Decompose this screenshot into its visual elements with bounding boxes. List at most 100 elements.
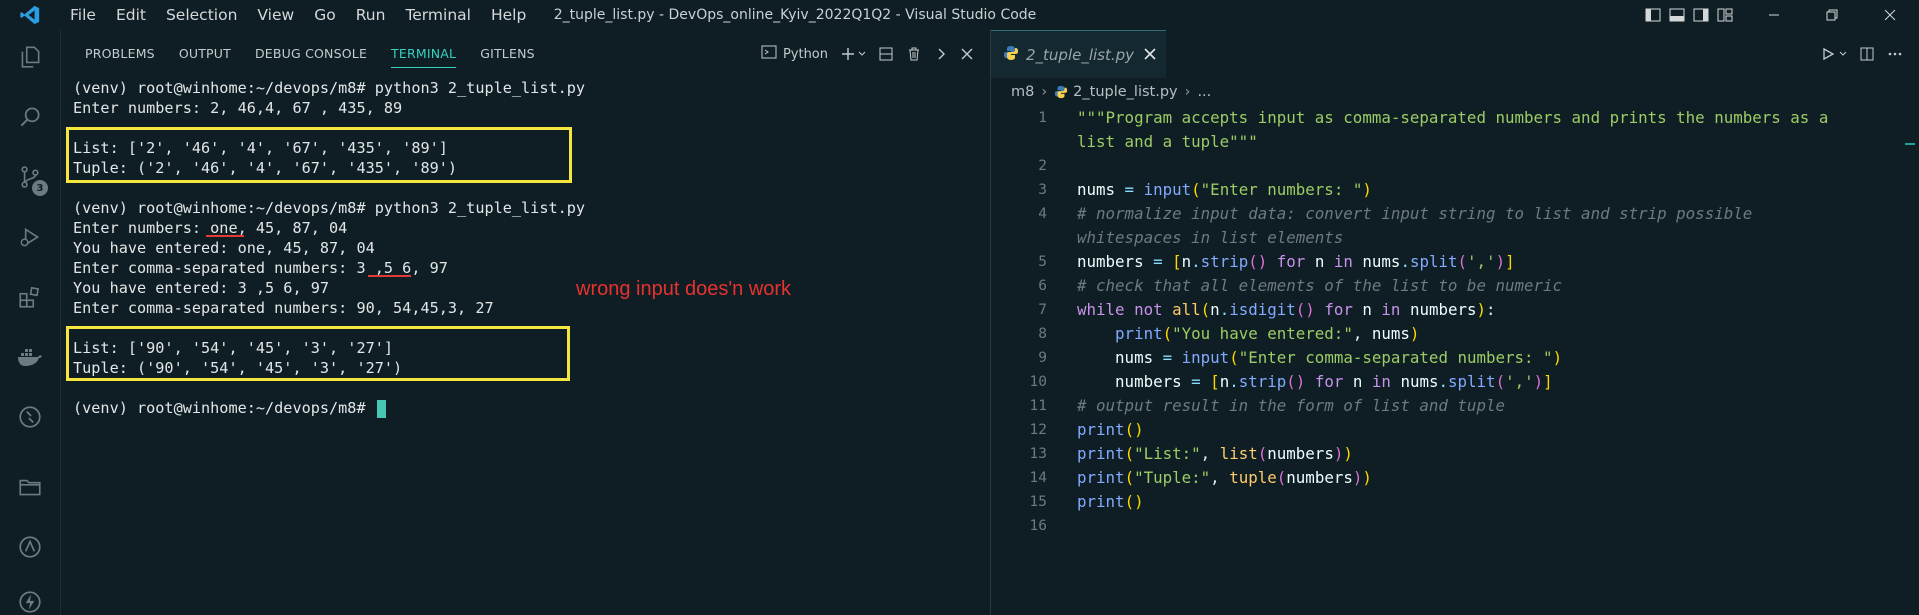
code-line: list and a tuple""" (1077, 132, 1258, 151)
restore-icon[interactable] (1803, 0, 1861, 30)
menu-selection[interactable]: Selection (156, 0, 247, 30)
terminal-line: (venv) root@winhome:~/devops/m8# python3… (73, 199, 586, 217)
gitlens-icon[interactable] (0, 522, 60, 572)
lightning-icon[interactable] (0, 577, 60, 615)
chevron-right-icon: › (1184, 84, 1191, 100)
tab-debug-console[interactable]: DEBUG CONSOLE (243, 30, 379, 78)
code-line: 11 # output result in the form of list an… (991, 394, 1919, 418)
title-bar: File Edit Selection View Go Run Terminal… (0, 0, 1919, 30)
highlight-box-first-result (66, 127, 572, 183)
customize-layout-icon[interactable] (1713, 0, 1737, 30)
annotation-text: wrong input does'n work (576, 278, 792, 300)
terminal-shell-label: Python (782, 46, 828, 62)
underline-wrong-input-spaces (368, 275, 411, 277)
line-number: 11 (1029, 398, 1047, 414)
editor-tab-bar: 2_tuple_list.py (991, 30, 1919, 78)
editor-tab-label: 2_tuple_list.py (1026, 45, 1135, 64)
terminal-line: Enter comma-separated numbers: 3 ,5 6, 9… (73, 259, 448, 277)
source-control-icon[interactable]: 3 (0, 152, 60, 202)
terminal-line: Enter numbers: 2, 46,4, 67 , 435, 89 (73, 99, 403, 117)
docker-icon[interactable] (0, 332, 60, 382)
terminal-line: You have entered: 3 ,5 6, 97 (73, 279, 330, 297)
tab-gitlens[interactable]: GITLENS (468, 30, 547, 78)
menu-view[interactable]: View (247, 0, 304, 30)
run-python-file-icon[interactable] (1815, 30, 1853, 78)
code-line: 2 (991, 154, 1919, 178)
terminal-shell-selector[interactable]: Python (755, 30, 834, 78)
highlight-box-second-result (66, 326, 570, 381)
line-number: 1 (1038, 110, 1047, 126)
menu-help[interactable]: Help (481, 0, 536, 30)
terminal-panel: PROBLEMS OUTPUT DEBUG CONSOLE TERMINAL G… (60, 30, 990, 615)
code-editor[interactable]: 1 """Program accepts input as comma-separ… (991, 106, 1919, 538)
line-number: 5 (1038, 254, 1047, 270)
vscode-logo-icon (0, 0, 60, 30)
code-line: 10 numbers = [n.strip() for n in nums.sp… (991, 370, 1919, 394)
code-line: 6 # check that all elements of the list t… (991, 274, 1919, 298)
menu-run[interactable]: Run (346, 0, 396, 30)
chevron-right-icon: › (1041, 84, 1048, 100)
line-number: 14 (1029, 470, 1047, 486)
toggle-primary-sidebar-icon[interactable] (1641, 0, 1665, 30)
remote-explorer-icon[interactable] (0, 392, 60, 442)
code-line: 3 nums = input("Enter numbers: ") (991, 178, 1919, 202)
chevron-down-icon (858, 51, 866, 56)
toggle-secondary-sidebar-icon[interactable] (1689, 0, 1713, 30)
terminal-line: (venv) root@winhome:~/devops/m8# python3… (73, 79, 586, 97)
line-number: 2 (1038, 158, 1047, 174)
python-file-icon (1054, 85, 1068, 99)
line-number: 15 (1029, 494, 1047, 510)
terminal-line: Enter comma-separated numbers: 90, 54,45… (73, 299, 494, 317)
tab-problems[interactable]: PROBLEMS (73, 30, 167, 78)
tab-output[interactable]: OUTPUT (167, 30, 243, 78)
close-panel-icon[interactable] (954, 30, 980, 78)
terminal-line: You have entered: one, 45, 87, 04 (73, 239, 375, 257)
split-terminal-icon[interactable] (872, 30, 900, 78)
source-control-badge: 3 (32, 180, 48, 196)
code-line: 8 print("You have entered:", nums) (991, 322, 1919, 346)
breadcrumb-folder[interactable]: m8 (1011, 84, 1034, 100)
menu-terminal[interactable]: Terminal (395, 0, 481, 30)
code-line: 15 print() (991, 490, 1919, 514)
folder-icon[interactable] (0, 462, 60, 512)
line-number: 16 (1029, 518, 1047, 534)
breadcrumb-file[interactable]: 2_tuple_list.py (1073, 84, 1177, 100)
terminal-icon (761, 44, 777, 64)
line-number: 13 (1029, 446, 1047, 462)
new-terminal-icon[interactable] (834, 30, 872, 78)
line-number: 4 (1038, 206, 1047, 222)
search-icon[interactable] (0, 92, 60, 142)
line-number: 9 (1038, 350, 1047, 366)
toggle-panel-icon[interactable] (1665, 0, 1689, 30)
menu-edit[interactable]: Edit (106, 0, 156, 30)
editor-tab[interactable]: 2_tuple_list.py (991, 30, 1167, 78)
close-tab-icon[interactable] (1144, 45, 1156, 64)
underline-wrong-input-one (206, 235, 244, 237)
line-number: 8 (1038, 326, 1047, 342)
menu-file[interactable]: File (60, 0, 106, 30)
menu-bar: File Edit Selection View Go Run Terminal… (60, 0, 536, 30)
line-number: 10 (1029, 374, 1047, 390)
code-line: 5 numbers = [n.strip() for n in nums.spli… (991, 250, 1919, 274)
close-window-icon[interactable] (1861, 0, 1919, 30)
more-actions-icon[interactable] (1881, 30, 1909, 78)
activity-bar: 3 (0, 30, 60, 615)
code-line: whitespaces in list elements (1077, 228, 1344, 247)
menu-go[interactable]: Go (304, 0, 346, 30)
trash-icon[interactable] (900, 30, 928, 78)
breadcrumb-symbol[interactable]: ... (1197, 84, 1211, 100)
explorer-icon[interactable] (0, 32, 60, 82)
chevron-right-icon[interactable] (928, 30, 954, 78)
code-line: 14 print("Tuple:", tuple(numbers)) (991, 466, 1919, 490)
split-editor-icon[interactable] (1853, 30, 1881, 78)
minimize-icon[interactable] (1745, 0, 1803, 30)
code-line: 4 # normalize input data: convert input s… (991, 202, 1919, 226)
minimap-marker (1905, 143, 1915, 145)
extensions-icon[interactable] (0, 272, 60, 322)
tab-terminal[interactable]: TERMINAL (379, 30, 468, 78)
code-line: 12 print() (991, 418, 1919, 442)
run-debug-icon[interactable] (0, 212, 60, 262)
terminal-prompt: (venv) root@winhome:~/devops/m8# (73, 399, 375, 417)
line-number: 3 (1038, 182, 1047, 198)
